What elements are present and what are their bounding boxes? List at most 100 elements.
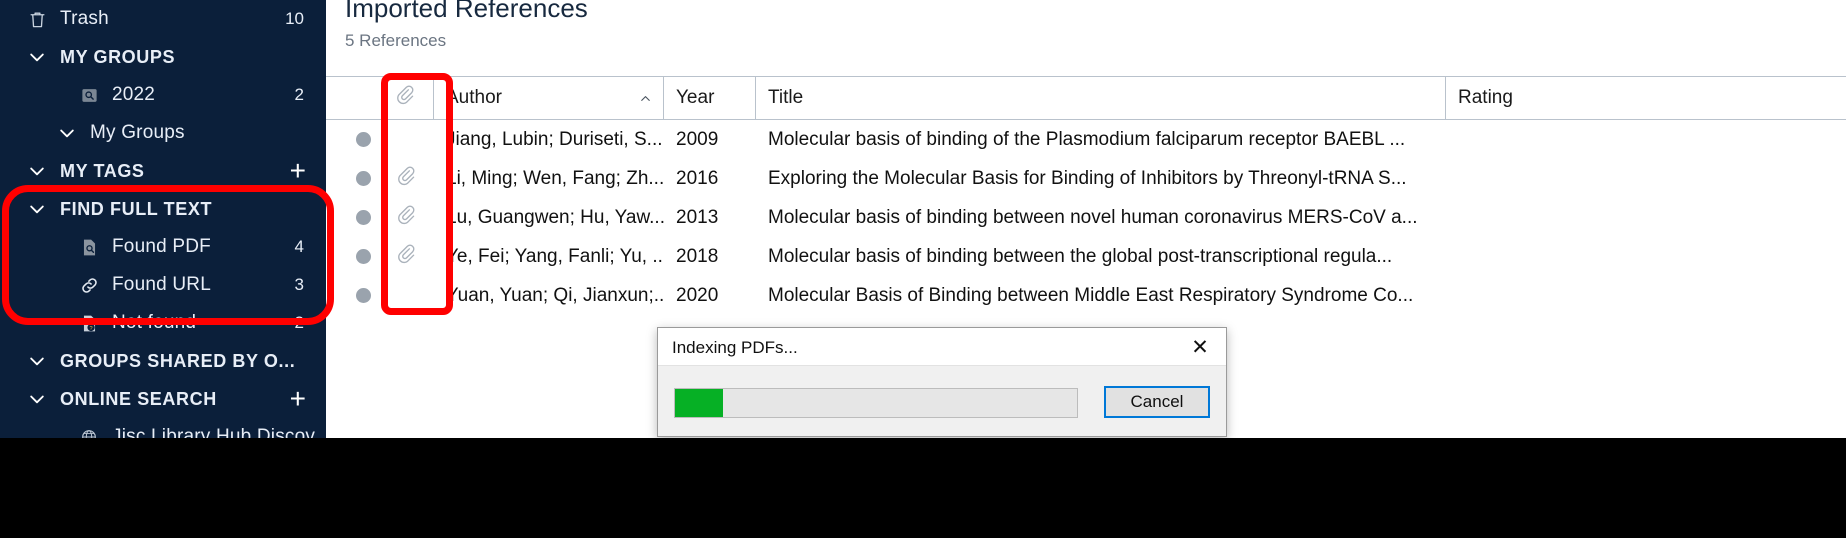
progress-bar <box>674 388 1078 418</box>
reference-count: 5 References <box>345 31 447 50</box>
year-cell: 2013 <box>676 206 719 228</box>
sidebar-item-found-url[interactable]: Found URL 3 <box>0 266 326 304</box>
paperclip-icon[interactable] <box>396 204 418 232</box>
sidebar-item-groups-shared-by-o[interactable]: GROUPS SHARED BY O... <box>0 342 326 380</box>
cancel-button[interactable]: Cancel <box>1104 386 1210 418</box>
sidebar-item-count: 3 <box>294 275 304 294</box>
sidebar-item-label: My Groups <box>90 122 185 143</box>
title-cell: Molecular basis of binding between the g… <box>768 245 1393 267</box>
column-label: Title <box>768 87 804 108</box>
unread-status-dot[interactable] <box>356 288 371 303</box>
rating-cell <box>1446 120 1846 159</box>
column-label: Author <box>446 87 502 108</box>
trash-icon <box>22 10 52 29</box>
indexing-pdfs-dialog: Indexing PDFs... ✕ Cancel <box>657 327 1227 437</box>
author-cell: Ye, Fei; Yang, Fanli; Yu, ... <box>446 245 664 267</box>
rating-cell <box>1446 159 1846 198</box>
pdf-search-icon <box>74 238 104 257</box>
sort-ascending-icon <box>638 90 653 112</box>
paperclip-icon[interactable] <box>396 243 418 271</box>
not-found-icon: ? <box>74 314 104 333</box>
year-cell: 2009 <box>676 128 719 150</box>
sidebar-item-label: Jisc Library Hub Discov... <box>112 426 326 438</box>
sidebar-item-label: GROUPS SHARED BY O... <box>60 350 296 371</box>
sidebar-item-found-pdf[interactable]: Found PDF 4 <box>0 228 326 266</box>
author-column-header[interactable]: Author <box>434 77 664 119</box>
title-cell: Molecular basis of binding of the Plasmo… <box>768 128 1406 150</box>
year-cell: 2020 <box>676 284 719 306</box>
dialog-title: Indexing PDFs... <box>672 338 798 357</box>
unread-status-dot[interactable] <box>356 171 371 186</box>
sidebar-item-count: 2 <box>294 313 304 332</box>
sidebar-item-find-full-text[interactable]: FIND FULL TEXT <box>0 190 326 228</box>
sidebar-item-label: Trash <box>60 8 109 29</box>
sidebar-item-2022[interactable]: 2022 2 <box>0 76 326 114</box>
unread-status-dot[interactable] <box>356 249 371 264</box>
sidebar-item-label: Found PDF <box>112 236 211 257</box>
year-cell: 2018 <box>676 245 719 267</box>
table-row[interactable]: Jiang, Lubin; Duriseti, S... 2009 Molecula… <box>326 120 1846 159</box>
sidebar-item-label: Not found <box>112 312 197 333</box>
sidebar-item-count: 2 <box>294 85 304 104</box>
sidebar-item-label: ONLINE SEARCH <box>60 388 217 409</box>
sidebar-item-my-groups[interactable]: My Groups <box>0 114 326 152</box>
sidebar-item-label: MY TAGS <box>60 160 145 181</box>
title-column-header[interactable]: Title <box>756 77 1446 119</box>
title-cell: Exploring the Molecular Basis for Bindin… <box>768 167 1407 189</box>
smart-group-icon <box>74 86 104 105</box>
table-header-row: Author Year Title Rating <box>326 76 1846 120</box>
sidebar-item-not-found[interactable]: ? Not found 2 <box>0 304 326 342</box>
sidebar-item-label: 2022 <box>112 84 156 105</box>
paperclip-icon[interactable] <box>396 165 418 193</box>
sidebar-item-my-groups[interactable]: MY GROUPS <box>0 38 326 76</box>
author-cell: Lu, Guangwen; Hu, Yaw... <box>446 206 664 228</box>
progress-bar-fill <box>675 389 724 417</box>
table-row[interactable]: Lu, Guangwen; Hu, Yaw... 2013 Molecular ba… <box>326 198 1846 237</box>
table-row[interactable]: Li, Ming; Wen, Fang; Zh... 2016 Exploring … <box>326 159 1846 198</box>
rating-cell <box>1446 198 1846 237</box>
sidebar-item-online-search[interactable]: ONLINE SEARCH + <box>0 380 326 418</box>
sidebar-item-jisc-library-hub-discov[interactable]: Jisc Library Hub Discov... <box>0 418 326 438</box>
title-cell: Molecular basis of binding between novel… <box>768 206 1418 228</box>
read-status-column-header[interactable] <box>348 77 379 119</box>
rating-column-header[interactable]: Rating <box>1446 77 1846 119</box>
chevron-down-icon[interactable] <box>52 123 82 143</box>
add-icon[interactable]: + <box>290 385 306 413</box>
references-table: Author Year Title Rating Jiang, Lubin; Duri… <box>326 76 1846 315</box>
sidebar-item-label: FIND FULL TEXT <box>60 198 213 219</box>
table-row[interactable]: Yuan, Yuan; Qi, Jianxun;... 2020 Molecular… <box>326 276 1846 315</box>
title-cell: Molecular Basis of Binding between Middl… <box>768 284 1414 306</box>
sidebar-item-label: MY GROUPS <box>60 46 176 67</box>
dialog-title-bar: Indexing PDFs... ✕ <box>658 328 1226 366</box>
chevron-down-icon[interactable] <box>22 389 52 409</box>
svg-text:?: ? <box>89 325 92 331</box>
sidebar-item-trash[interactable]: Trash 10 <box>0 0 326 38</box>
author-cell: Li, Ming; Wen, Fang; Zh... <box>446 167 664 189</box>
chevron-down-icon[interactable] <box>22 351 52 371</box>
rating-cell <box>1446 276 1846 315</box>
year-cell: 2016 <box>676 167 719 189</box>
author-cell: Yuan, Yuan; Qi, Jianxun;... <box>446 284 664 306</box>
globe-icon <box>74 428 104 438</box>
sidebar-item-count: 4 <box>294 237 304 256</box>
sidebar-item-count: 10 <box>285 9 304 28</box>
paperclip-icon <box>395 84 417 112</box>
chevron-down-icon[interactable] <box>22 161 52 181</box>
column-label: Year <box>676 87 715 108</box>
page-title: Imported References <box>345 0 588 23</box>
column-label: Rating <box>1458 87 1513 108</box>
link-icon <box>74 276 104 295</box>
unread-status-dot[interactable] <box>356 210 371 225</box>
year-column-header[interactable]: Year <box>664 77 756 119</box>
rating-cell <box>1446 237 1846 276</box>
table-row[interactable]: Ye, Fei; Yang, Fanli; Yu, ... 2018 Molecul… <box>326 237 1846 276</box>
chevron-down-icon[interactable] <box>22 47 52 67</box>
unread-status-dot[interactable] <box>356 132 371 147</box>
chevron-down-icon[interactable] <box>22 199 52 219</box>
attachment-column-header[interactable] <box>379 77 434 119</box>
sidebar-item-my-tags[interactable]: MY TAGS + <box>0 152 326 190</box>
sidebar: Trash 10 MY GROUPS 2022 2 My Groups MY TAGS + FI… <box>0 0 326 438</box>
author-cell: Jiang, Lubin; Duriseti, S... <box>446 128 663 150</box>
close-icon[interactable]: ✕ <box>1184 334 1216 360</box>
add-icon[interactable]: + <box>290 157 306 185</box>
